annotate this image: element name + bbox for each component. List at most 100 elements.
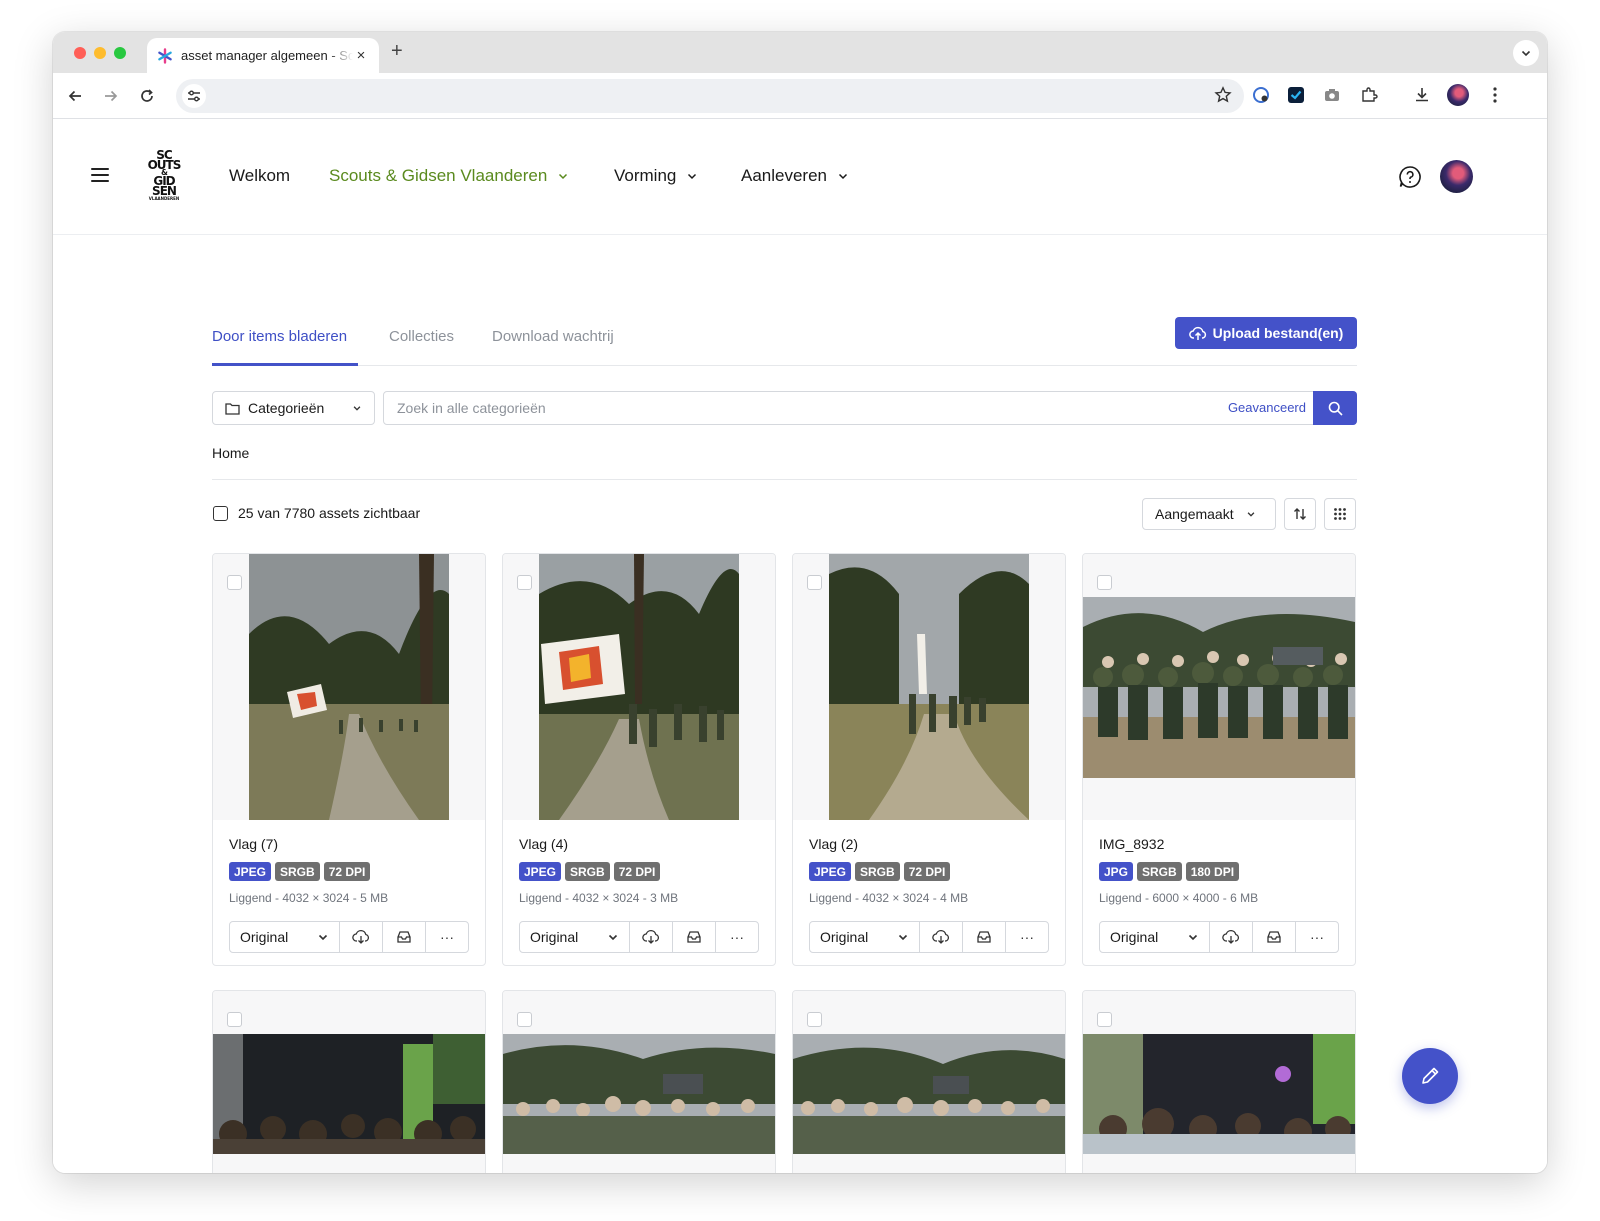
browser-tab[interactable]: asset manager algemeen - Sc × <box>147 38 379 73</box>
asset-thumbnail[interactable] <box>1083 991 1355 1173</box>
download-button[interactable] <box>340 922 383 952</box>
variant-select[interactable]: Original <box>520 922 630 952</box>
tab-search-button[interactable] <box>1513 40 1539 66</box>
minimize-window-button[interactable] <box>94 47 106 59</box>
asset-name[interactable]: IMG_8932 <box>1099 836 1355 852</box>
asset-photo <box>1083 597 1355 778</box>
edit-fab-button[interactable] <box>1402 1048 1458 1104</box>
add-to-collection-button[interactable] <box>963 922 1006 952</box>
asset-thumbnail[interactable] <box>503 991 775 1173</box>
breadcrumb[interactable]: Home <box>212 445 249 461</box>
asset-thumbnail[interactable] <box>793 991 1065 1173</box>
add-to-collection-button[interactable] <box>383 922 426 952</box>
asset-card[interactable]: Vlag (7) JPEG SRGB 72 DPI Liggend - 4032… <box>212 553 486 966</box>
back-button[interactable] <box>64 85 86 107</box>
asset-name[interactable]: Vlag (7) <box>229 836 485 852</box>
chevron-down-icon <box>898 934 908 941</box>
asset-card[interactable]: IMG_8932 JPG SRGB 180 DPI Liggend - 6000… <box>1082 553 1356 966</box>
asset-card[interactable] <box>212 990 486 1173</box>
tab-door-items-bladeren[interactable]: Door items bladeren <box>212 328 347 345</box>
nav-link-aanleveren[interactable]: Aanleveren <box>741 166 849 186</box>
asset-checkbox[interactable] <box>517 1012 532 1027</box>
more-options-button[interactable]: ··· <box>1006 922 1048 952</box>
asset-card[interactable] <box>1082 990 1356 1173</box>
asset-thumbnail[interactable] <box>213 554 485 820</box>
asset-checkbox[interactable] <box>227 575 242 590</box>
chevron-down-icon <box>1188 934 1198 941</box>
asset-thumbnail[interactable] <box>213 991 485 1173</box>
asset-thumbnail[interactable] <box>1083 554 1355 820</box>
download-icon[interactable] <box>1412 85 1432 105</box>
nav-link-scouts-gidsen[interactable]: Scouts & Gidsen Vlaanderen <box>329 166 569 186</box>
colorspace-badge: SRGB <box>1137 862 1182 881</box>
tab-download-wachtrij[interactable]: Download wachtrij <box>492 328 614 345</box>
nav-link-welkom[interactable]: Welkom <box>229 166 290 186</box>
user-avatar[interactable] <box>1440 160 1473 193</box>
asset-name[interactable]: Vlag (2) <box>809 836 1065 852</box>
asset-checkbox[interactable] <box>1097 575 1112 590</box>
help-icon[interactable] <box>1398 165 1422 189</box>
select-all-checkbox[interactable] <box>213 506 228 521</box>
address-bar[interactable] <box>176 79 1244 113</box>
asset-badges: JPEG SRGB 72 DPI <box>229 862 485 881</box>
download-button[interactable] <box>920 922 963 952</box>
asset-checkbox[interactable] <box>227 1012 242 1027</box>
search-input[interactable] <box>384 392 1214 424</box>
download-button[interactable] <box>630 922 673 952</box>
dpi-badge: 180 DPI <box>1185 862 1240 881</box>
asset-checkbox[interactable] <box>517 575 532 590</box>
extension-check-icon[interactable] <box>1286 85 1306 105</box>
asset-checkbox[interactable] <box>1097 1012 1112 1027</box>
scouts-gidsen-logo[interactable]: SC OUTS & GID SEN VLAANDEREN <box>146 149 182 202</box>
tab-collecties[interactable]: Collecties <box>389 328 454 345</box>
camera-extension-icon[interactable] <box>1322 85 1342 105</box>
asset-checkbox[interactable] <box>807 575 822 590</box>
search-button[interactable] <box>1313 391 1357 425</box>
tune-icon <box>188 90 200 102</box>
asset-card[interactable]: Vlag (4) JPEG SRGB 72 DPI Liggend - 4032… <box>502 553 776 966</box>
bookmark-star-icon[interactable] <box>1214 86 1232 109</box>
page-content: SC OUTS & GID SEN VLAANDEREN Welkom Scou… <box>53 120 1547 1173</box>
reload-button[interactable] <box>136 85 158 107</box>
upload-button[interactable]: Upload bestand(en) <box>1175 317 1357 349</box>
advanced-search-link[interactable]: Geavanceerd <box>1228 400 1306 415</box>
more-options-button[interactable]: ··· <box>716 922 758 952</box>
sort-dropdown[interactable]: Aangemaakt <box>1142 498 1276 530</box>
more-options-button[interactable]: ··· <box>426 922 468 952</box>
hamburger-menu-icon[interactable] <box>91 168 109 182</box>
asset-actions: Original ··· <box>519 921 759 953</box>
site-settings-button[interactable] <box>182 84 206 108</box>
forward-button[interactable] <box>100 85 122 107</box>
asset-name[interactable]: Vlag (4) <box>519 836 775 852</box>
close-tab-icon[interactable]: × <box>353 47 369 64</box>
asset-checkbox[interactable] <box>807 1012 822 1027</box>
asset-card[interactable] <box>792 990 1066 1173</box>
more-options-button[interactable]: ··· <box>1296 922 1338 952</box>
download-button[interactable] <box>1210 922 1253 952</box>
nav-link-vorming[interactable]: Vorming <box>614 166 698 186</box>
password-manager-extension-icon[interactable] <box>1251 85 1271 105</box>
asset-card[interactable] <box>502 990 776 1173</box>
browser-menu-icon[interactable] <box>1485 85 1505 105</box>
variant-select[interactable]: Original <box>230 922 340 952</box>
grid-view-button[interactable] <box>1324 498 1356 530</box>
asset-thumbnail[interactable] <box>503 554 775 820</box>
variant-label: Original <box>530 929 579 945</box>
variant-select[interactable]: Original <box>1100 922 1210 952</box>
add-to-collection-button[interactable] <box>1253 922 1296 952</box>
variant-select[interactable]: Original <box>810 922 920 952</box>
asset-photo <box>1083 1034 1355 1154</box>
sort-direction-button[interactable] <box>1284 498 1316 530</box>
close-window-button[interactable] <box>74 47 86 59</box>
extensions-puzzle-icon[interactable] <box>1359 85 1379 105</box>
arrow-left-icon <box>68 90 81 102</box>
browser-profile-avatar[interactable] <box>1447 84 1469 106</box>
new-tab-button[interactable]: + <box>391 40 403 63</box>
asset-card[interactable]: Vlag (2) JPEG SRGB 72 DPI Liggend - 4032… <box>792 553 1066 966</box>
asset-actions: Original ··· <box>1099 921 1339 953</box>
category-dropdown[interactable]: Categorieën <box>212 391 375 425</box>
add-to-collection-button[interactable] <box>673 922 716 952</box>
asset-thumbnail[interactable] <box>793 554 1065 820</box>
active-tab-indicator <box>212 363 358 366</box>
maximize-window-button[interactable] <box>114 47 126 59</box>
